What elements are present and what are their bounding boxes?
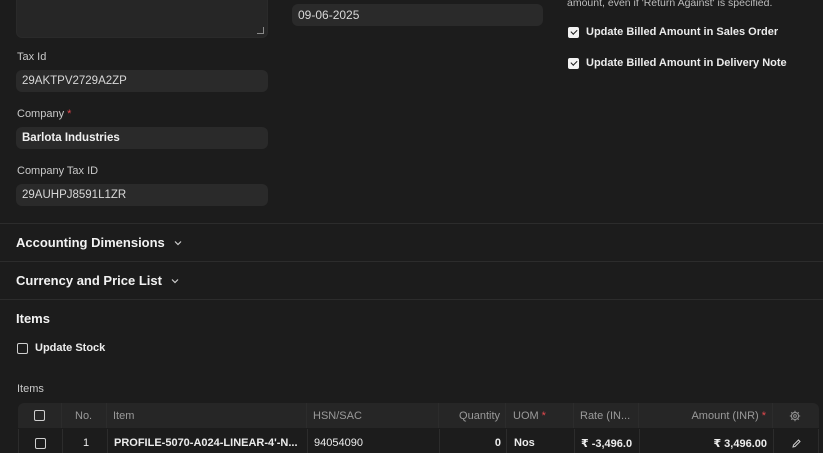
column-settings-button[interactable] [789,403,801,428]
amount-cell[interactable]: ₹ 3,496.00 [639,429,767,453]
column-header-amount: Amount (INR) * [638,403,766,428]
section-title: Currency and Price List [16,273,162,288]
column-divider [307,429,308,453]
required-marker: * [761,409,766,422]
currency-price-list-section-toggle[interactable]: Currency and Price List [16,273,180,288]
checkbox-label: Update Billed Amount in Delivery Note [586,57,787,69]
column-divider [62,429,63,453]
column-divider [61,403,62,428]
company-field[interactable]: Barlota Industries [16,127,268,149]
quantity-cell[interactable]: 0 [439,429,501,453]
checkbox-label: Update Stock [35,342,106,354]
column-divider [772,403,773,428]
section-divider [0,223,823,224]
column-divider [505,403,506,428]
edit-row-button[interactable] [791,429,802,453]
hsn-cell[interactable]: 94054090 [314,429,363,453]
checkbox-unchecked-icon[interactable] [17,342,28,354]
section-divider [0,261,823,262]
update-billed-delivery-note-checkbox[interactable]: Update Billed Amount in Delivery Note [568,57,787,69]
column-header-quantity: Quantity [459,409,500,422]
uom-cell[interactable]: Nos [514,429,535,453]
company-label: Company * [17,108,71,120]
update-billed-sales-order-checkbox[interactable]: Update Billed Amount in Sales Order [568,26,778,38]
column-divider [106,403,107,428]
column-divider [573,403,574,428]
checkbox-unchecked-icon[interactable] [34,410,45,421]
accounting-dimensions-section-toggle[interactable]: Accounting Dimensions [16,235,183,250]
table-row[interactable]: 1 PROFILE-5070-A024-LINEAR-4'-N... 94054… [18,429,819,453]
section-divider [0,299,823,300]
column-header-hsn: HSN/SAC [313,409,362,422]
company-tax-id-label: Company Tax ID [17,165,99,177]
tax-id-field[interactable]: 29AKTPV2729A2ZP [16,70,268,92]
column-header-amount-text: Amount (INR) [691,409,759,422]
company-tax-id-field[interactable]: 29AUHPJ8591L1ZR [16,184,268,206]
row-select-checkbox[interactable] [35,429,46,453]
items-table-header: No. Item HSN/SAC Quantity UOM * Rate (IN.… [18,403,819,428]
checkbox-checked-icon[interactable] [568,26,579,38]
checkbox-label: Update Billed Amount in Sales Order [586,26,779,38]
posting-date-field[interactable]: 09-06-2025 [292,4,543,26]
address-textarea[interactable] [16,0,268,38]
column-divider [306,403,307,428]
chevron-down-icon [171,278,179,283]
column-header-uom-text: UOM [513,409,539,422]
section-title: Accounting Dimensions [16,235,165,250]
tax-id-label: Tax Id [17,51,47,63]
checkbox-unchecked-icon[interactable] [35,437,46,449]
column-divider [506,429,507,453]
checkbox-checked-icon[interactable] [568,57,579,69]
column-divider [574,429,575,453]
update-stock-checkbox[interactable]: Update Stock [17,342,105,354]
column-header-rate: Rate (IN... [580,409,631,422]
column-divider [773,429,774,453]
rate-cell[interactable]: ₹ -3,496.0 [581,429,632,453]
items-table-label: Items [17,383,44,395]
column-divider [107,429,108,453]
row-number: 1 [83,437,90,449]
gear-icon [789,410,801,421]
column-header-no: No. [75,409,93,422]
chevron-down-icon [174,240,182,245]
pencil-icon [792,438,801,448]
return-note-text: amount, even if 'Return Against' is spec… [567,0,773,9]
required-marker: * [541,409,546,422]
column-header-item: Item [113,409,135,422]
section-title: Items [16,311,50,326]
item-code-cell[interactable]: PROFILE-5070-A024-LINEAR-4'-N... [114,429,298,453]
resize-handle-icon[interactable] [257,27,264,34]
required-marker: * [67,108,72,120]
items-section-title: Items [16,311,50,326]
company-label-text: Company [17,108,65,120]
column-header-uom: UOM * [513,403,546,428]
select-all-checkbox[interactable] [34,403,45,428]
